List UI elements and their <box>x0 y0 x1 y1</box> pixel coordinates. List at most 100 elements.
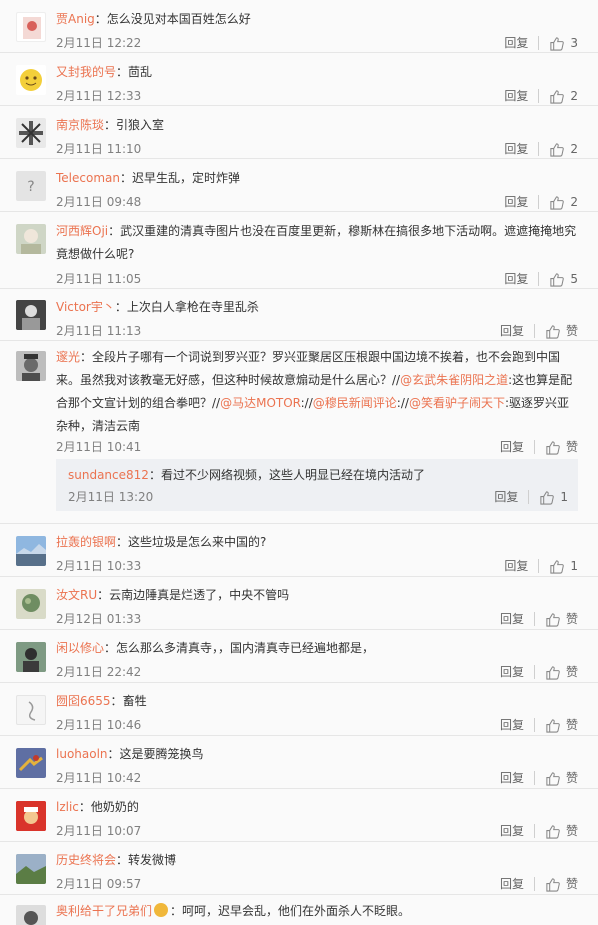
reply-button[interactable]: 回复 <box>500 768 524 788</box>
comment-time: 2月11日 12:33 <box>56 89 142 103</box>
like-button[interactable]: 赞 <box>545 821 578 841</box>
comment-text: 这些垃圾是怎么来中国的? <box>128 535 267 549</box>
comment-content: 历史终将会：转发微博 <box>56 853 177 867</box>
like-button[interactable]: 5 <box>549 269 578 289</box>
reply-button[interactable]: 回复 <box>500 715 524 735</box>
avatar[interactable]: ? <box>16 171 46 201</box>
comment-content: Telecoman：迟早生乱，定时炸弹 <box>56 171 241 185</box>
comment-text: 杂种，清洁云南 <box>56 419 141 433</box>
avatar[interactable] <box>16 12 46 42</box>
like-label: 赞 <box>565 877 578 891</box>
like-count: 1 <box>570 559 578 573</box>
divider <box>538 559 540 573</box>
like-button[interactable]: 1 <box>539 487 568 507</box>
username[interactable]: 河西辉Oji <box>56 224 108 238</box>
reply-button[interactable]: 回复 <box>500 662 524 682</box>
divider <box>533 324 535 338</box>
like-button[interactable]: 3 <box>549 33 578 53</box>
avatar[interactable] <box>16 589 46 619</box>
divider <box>538 195 540 209</box>
username[interactable]: 又封我的号 <box>56 65 116 79</box>
reply-button[interactable]: 回复 <box>504 269 528 289</box>
comment-text: 竟想做什么呢? <box>56 247 135 261</box>
comment-text: 怎么没见对本国百姓怎么好 <box>106 12 251 26</box>
comment-item: Victor宇丶：上次白人拿枪在寺里乱杀 2月11日 11:13 回复 赞 <box>0 289 598 341</box>
username[interactable]: 贾Anig <box>56 12 95 26</box>
comment-item: 囫囵6655：畜牲 2月11日 10:46 回复 赞 <box>0 683 598 736</box>
username[interactable]: 囫囵6655 <box>56 694 111 708</box>
reply-button[interactable]: 回复 <box>500 321 524 341</box>
like-button[interactable]: 2 <box>549 192 578 212</box>
username[interactable]: 南京陈琰 <box>56 118 104 132</box>
avatar[interactable] <box>16 642 46 672</box>
mention-link[interactable]: @笑看驴子闹天下 <box>409 396 505 410</box>
avatar[interactable] <box>16 905 46 925</box>
avatar[interactable] <box>16 224 46 254</box>
comment-time: 2月11日 13:20 <box>68 490 154 504</box>
comment-item: lzlic：他奶奶的 2月11日 10:07 回复 赞 <box>0 789 598 842</box>
like-button[interactable]: 赞 <box>545 437 578 457</box>
like-button[interactable]: 赞 <box>545 768 578 788</box>
avatar[interactable] <box>16 351 46 381</box>
username[interactable]: 邃光 <box>56 350 80 364</box>
comment-content: luohaoln：这是要腾笼换鸟 <box>56 747 204 761</box>
reply-button[interactable]: 回复 <box>500 609 524 629</box>
like-button[interactable]: 赞 <box>545 715 578 735</box>
like-button[interactable]: 1 <box>549 556 578 576</box>
like-button[interactable]: 赞 <box>545 874 578 894</box>
reply-button[interactable]: 回复 <box>500 821 524 841</box>
thumbs-up-icon <box>550 36 565 51</box>
like-button[interactable]: 赞 <box>545 321 578 341</box>
reply-button[interactable]: 回复 <box>504 556 528 576</box>
reply-button[interactable]: 回复 <box>500 874 524 894</box>
username[interactable]: 汝文RU <box>56 588 97 602</box>
username[interactable]: luohaoln <box>56 747 108 761</box>
comment-text: 上次白人拿枪在寺里乱杀 <box>126 300 259 314</box>
avatar[interactable] <box>16 536 46 566</box>
thumbs-up-icon <box>546 718 560 733</box>
username[interactable]: Telecoman <box>56 171 120 185</box>
comment-text: :// <box>396 396 409 410</box>
comment-content: 又封我的号：茴乱 <box>56 65 153 79</box>
username[interactable]: sundance812 <box>68 468 149 482</box>
avatar[interactable] <box>16 801 46 831</box>
mention-link[interactable]: @玄武朱雀阴阳之道 <box>400 373 508 387</box>
thumbs-up-icon <box>546 771 560 786</box>
reply-button[interactable]: 回复 <box>494 487 518 507</box>
username[interactable]: Victor宇丶 <box>56 300 115 314</box>
username[interactable]: lzlic <box>56 800 79 814</box>
comment-item: 河西辉Oji：武汉重建的清真寺图片也没在百度里更新，穆斯林在搞很多地下活动啊。遮… <box>0 212 598 289</box>
comment-text: 武汉重建的清真寺图片也没在百度里更新，穆斯林在搞很多地下活动啊。遮遮掩掩地究 <box>120 224 577 238</box>
username[interactable]: 拉轰的银啊 <box>56 535 116 549</box>
reply-button[interactable]: 回复 <box>500 437 524 457</box>
avatar[interactable] <box>16 65 46 95</box>
comment-text: 来。虽然我对该教毫无好感，但这种时候故意煽动是什么居心？// <box>56 373 401 387</box>
reply-button[interactable]: 回复 <box>504 192 528 212</box>
mention-link[interactable]: @马达MOTOR <box>220 396 301 410</box>
thumbs-up-icon <box>550 142 565 157</box>
reply-button[interactable]: 回复 <box>504 139 528 159</box>
username[interactable]: 历史终将会 <box>56 853 116 867</box>
thumbs-up-icon <box>550 272 565 287</box>
like-button[interactable]: 赞 <box>545 662 578 682</box>
avatar[interactable] <box>16 695 46 725</box>
avatar[interactable] <box>16 748 46 778</box>
username[interactable]: 奥利给干了兄弟们 <box>56 904 152 918</box>
mention-link[interactable]: @穆民新闻评论 <box>313 396 397 410</box>
username[interactable]: 闲以修心 <box>56 641 104 655</box>
comment-item: 奥利给干了兄弟们 ：呵呵，迟早会乱，他们在外面杀人不眨眼。 <box>0 895 598 925</box>
like-button[interactable]: 2 <box>549 86 578 106</box>
reply-button[interactable]: 回复 <box>504 86 528 106</box>
avatar[interactable] <box>16 854 46 884</box>
like-button[interactable]: 赞 <box>545 609 578 629</box>
comment-text: 畜牲 <box>122 694 147 708</box>
reply-button[interactable]: 回复 <box>504 33 528 53</box>
comment-content: 贾Anig：怎么没见对本国百姓怎么好 <box>56 12 251 26</box>
divider <box>533 771 535 785</box>
comment-text: 呵呵，迟早会乱，他们在外面杀人不眨眼。 <box>182 904 411 918</box>
avatar[interactable] <box>16 118 46 148</box>
like-button[interactable]: 2 <box>549 139 578 159</box>
comment-content: 河西辉Oji：武汉重建的清真寺图片也没在百度里更新，穆斯林在搞很多地下活动啊。遮… <box>56 224 577 261</box>
like-label: 赞 <box>565 324 578 338</box>
avatar[interactable] <box>16 300 46 330</box>
